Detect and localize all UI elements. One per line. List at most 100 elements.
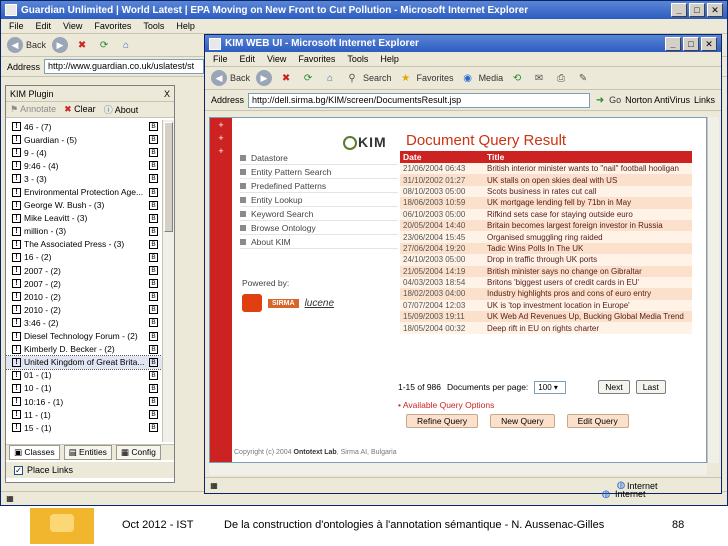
entity-row[interactable]: ! Kimberly D. Becker - (2) B [6, 343, 162, 356]
result-title-link[interactable]: UK mortgage lending fell by 71bn in May [484, 198, 692, 207]
menu-tools[interactable]: Tools [143, 21, 164, 31]
close-button[interactable]: ✕ [707, 3, 723, 17]
entity-row[interactable]: ! 15 - (1) B [6, 421, 162, 434]
result-row[interactable]: 24/10/2003 05:00 Drop in traffic through … [400, 254, 692, 266]
entity-row[interactable]: ! 10:16 - (1) B [6, 395, 162, 408]
kim-title-bar[interactable]: KIM WEB UI - Microsoft Internet Explorer… [205, 35, 721, 52]
entity-row[interactable]: ! 9 - (4) B [6, 146, 162, 159]
result-row[interactable]: 20/05/2004 14:40 Britain becomes largest … [400, 219, 692, 232]
nav-about-kim[interactable]: About KIM [240, 235, 398, 249]
go-button[interactable]: ➜ Go [594, 92, 621, 108]
nav-entity-pattern-search[interactable]: Entity Pattern Search [240, 165, 398, 179]
browse-entity-icon[interactable]: B [149, 305, 158, 315]
browse-entity-icon[interactable]: B [149, 383, 158, 393]
menu-file[interactable]: File [213, 54, 228, 64]
browse-entity-icon[interactable]: B [149, 122, 158, 132]
history-icon[interactable]: ⟲ [509, 70, 525, 86]
tab-config[interactable]: ▦ Config [115, 445, 161, 460]
refresh-icon[interactable]: ⟳ [300, 70, 316, 86]
entity-row[interactable]: ! 2010 - (2) B [6, 290, 162, 303]
next-button[interactable]: Next [598, 380, 630, 394]
entity-row[interactable]: ! 01 - (1) B [6, 369, 162, 382]
menu-help[interactable]: Help [380, 54, 399, 64]
menu-favorites[interactable]: Favorites [94, 21, 131, 31]
close-button[interactable]: ✕ [701, 36, 717, 51]
refine-query-button[interactable]: Refine Query [406, 414, 479, 428]
kim-horizontal-scrollbar[interactable] [209, 463, 707, 475]
result-title-link[interactable]: Britain becomes largest foreign investor… [484, 221, 692, 230]
browse-entity-icon[interactable]: B [149, 331, 158, 341]
result-title-link[interactable]: Deep rift in EU on rights charter [484, 324, 692, 333]
result-title-link[interactable]: Organised smuggling ring raided [484, 233, 692, 242]
kim-address-input[interactable]: http://dell.sirma.bg/KIM/screen/Document… [248, 92, 591, 108]
result-title-link[interactable]: Britons 'biggest users of credit cards i… [484, 278, 692, 287]
browse-entity-icon[interactable]: B [149, 187, 158, 197]
menu-file[interactable]: File [9, 21, 24, 31]
kim-vertical-scrollbar[interactable] [707, 117, 719, 463]
entity-row[interactable]: ! Environmental Protection Age... B [6, 185, 162, 198]
result-row[interactable]: 27/06/2004 19:20 Tadic Wins Polls In The … [400, 242, 692, 255]
entity-row[interactable]: ! 11 - (1) B [6, 408, 162, 421]
links-button[interactable]: Links [694, 95, 715, 105]
menu-view[interactable]: View [63, 21, 82, 31]
browse-entity-icon[interactable]: B [149, 357, 158, 367]
result-title-link[interactable]: Industry highlights pros and cons of eur… [484, 289, 692, 298]
result-row[interactable]: 18/05/2004 00:32 Deep rift in EU on right… [400, 322, 692, 334]
menu-tools[interactable]: Tools [347, 54, 368, 64]
nav-entity-lookup[interactable]: Entity Lookup [240, 193, 398, 207]
about-button[interactable]: ⓘ About [104, 103, 139, 116]
annotate-button[interactable]: ⚑ Annotate [10, 104, 56, 115]
menu-edit[interactable]: Edit [36, 21, 52, 31]
guardian-address-input[interactable]: http://www.guardian.co.uk/uslatest/st [44, 59, 205, 74]
entity-row[interactable]: ! George W. Bush - (3) B [6, 199, 162, 212]
entity-row[interactable]: ! Mike Leavitt - (3) B [6, 212, 162, 225]
result-row[interactable]: 21/05/2004 14:19 British minister says no… [400, 265, 692, 277]
entity-row[interactable]: ! 10 - (1) B [6, 382, 162, 395]
entity-row[interactable]: ! 3 - (3) B [6, 172, 162, 185]
scroll-thumb[interactable] [164, 122, 173, 232]
print-icon[interactable]: ⎙ [553, 70, 569, 86]
entity-row[interactable]: ! 3:46 - (2) B [6, 316, 162, 329]
guardian-title-bar[interactable]: Guardian Unlimited | World Latest | EPA … [1, 1, 727, 19]
tab-classes[interactable]: ▣ Classes [9, 445, 60, 460]
back-button[interactable]: ◀ Back [7, 37, 46, 53]
home-icon[interactable]: ⌂ [118, 37, 134, 53]
menu-edit[interactable]: Edit [240, 54, 256, 64]
entity-row[interactable]: ! 9:46 - (4) B [6, 159, 162, 172]
result-title-link[interactable]: Drop in traffic through UK ports [484, 255, 692, 264]
result-row[interactable]: 06/10/2003 05:00 Rifkind sets case for st… [400, 208, 692, 220]
back-button[interactable]: ◀ Back [211, 70, 250, 86]
browse-entity-icon[interactable]: B [149, 135, 158, 145]
entity-row[interactable]: ! million - (3) B [6, 225, 162, 238]
result-row[interactable]: 21/06/2004 06:43 British interior ministe… [400, 163, 692, 175]
plugin-close-button[interactable]: X [164, 89, 170, 99]
browse-entity-icon[interactable]: B [149, 410, 158, 420]
result-row[interactable]: 31/10/2002 01:27 UK stalls on open skies … [400, 174, 692, 186]
result-title-link[interactable]: British minister says no change on Gibra… [484, 267, 692, 276]
browse-entity-icon[interactable]: B [149, 318, 158, 328]
new-query-button[interactable]: New Query [490, 414, 555, 428]
last-button[interactable]: Last [635, 380, 666, 394]
entity-row[interactable]: ! Diesel Technology Forum - (2) B [6, 330, 162, 343]
result-title-link[interactable]: Rifkind sets case for staying outside eu… [484, 210, 692, 219]
browse-entity-icon[interactable]: B [149, 344, 158, 354]
browse-entity-icon[interactable]: B [149, 423, 158, 433]
browse-entity-icon[interactable]: B [149, 226, 158, 236]
result-title-link[interactable]: British interior minister wants to "nail… [484, 164, 692, 173]
title-column-header[interactable]: Title [484, 152, 692, 162]
browse-entity-icon[interactable]: B [149, 148, 158, 158]
stop-icon[interactable]: ✖ [74, 37, 90, 53]
nav-predefined-patterns[interactable]: Predefined Patterns [240, 179, 398, 193]
browse-entity-icon[interactable]: B [149, 292, 158, 302]
entity-row[interactable]: ! 16 - (2) B [6, 251, 162, 264]
entity-row[interactable]: ! Guardian - (5) B [6, 133, 162, 146]
browse-entity-icon[interactable]: B [149, 279, 158, 289]
result-row[interactable]: 08/10/2003 05:00 Scots business in rates … [400, 185, 692, 198]
stop-icon[interactable]: ✖ [278, 70, 294, 86]
mail-icon[interactable]: ✉ [531, 70, 547, 86]
browse-entity-icon[interactable]: B [149, 252, 158, 262]
menu-favorites[interactable]: Favorites [298, 54, 335, 64]
entity-list-scrollbar[interactable] [162, 120, 174, 442]
clear-button[interactable]: ✖ Clear [64, 104, 96, 115]
result-title-link[interactable]: UK Web Ad Revenues Up, Bucking Global Me… [484, 312, 692, 321]
